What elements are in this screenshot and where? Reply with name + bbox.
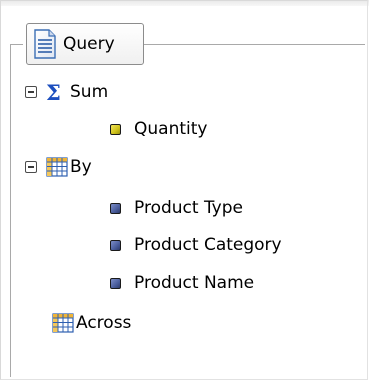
dimension-field-icon: [110, 239, 121, 251]
tree-node-by[interactable]: By: [25, 154, 92, 180]
grid-icon: [46, 157, 68, 177]
tree-node-label: Across: [76, 313, 132, 333]
document-icon: [34, 29, 56, 59]
collapse-icon[interactable]: [25, 86, 37, 98]
fieldset-border-right: [143, 44, 365, 45]
tree-node-sum[interactable]: Σ Sum: [25, 79, 108, 105]
tree-field-quantity[interactable]: Quantity: [110, 116, 207, 142]
tree-field-label: Product Type: [134, 198, 243, 218]
query-legend-label: Query: [63, 34, 115, 54]
grid-icon: [52, 313, 74, 333]
tree-field-label: Product Name: [134, 273, 255, 293]
dimension-field-icon: [110, 277, 121, 289]
query-legend[interactable]: Query: [26, 23, 144, 65]
tree-field-label: Product Category: [134, 235, 282, 255]
collapse-icon[interactable]: [25, 161, 37, 173]
tree-field-product-type[interactable]: Product Type: [110, 195, 243, 221]
tree-field-label: Quantity: [134, 119, 208, 139]
dimension-field-icon: [110, 202, 121, 214]
tree-node-label: By: [70, 157, 92, 177]
measure-field-icon: [110, 123, 121, 135]
sigma-icon: Σ: [46, 79, 61, 105]
fieldset-border-vertical: [10, 44, 11, 377]
tree-node-label: Sum: [70, 82, 109, 102]
tree-field-product-name[interactable]: Product Name: [110, 270, 254, 296]
fieldset-border-left: [10, 44, 23, 45]
tree-field-product-category[interactable]: Product Category: [110, 232, 282, 258]
tree-node-across[interactable]: Across: [52, 310, 131, 336]
